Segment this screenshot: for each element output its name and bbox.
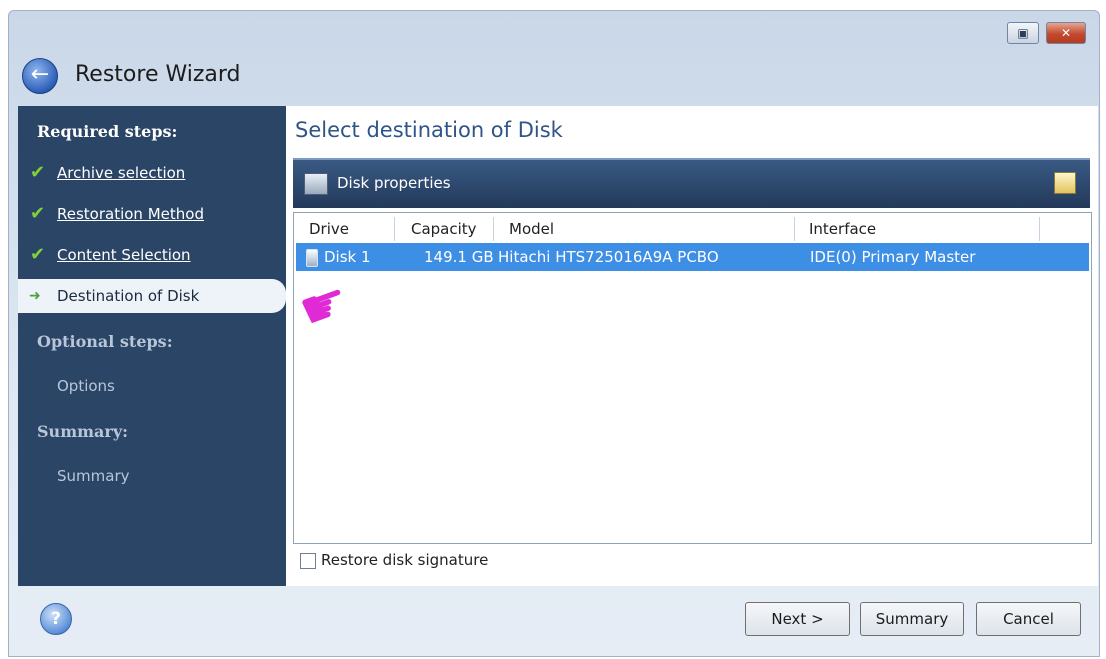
sidebar-item-summary[interactable]: Summary (57, 467, 130, 485)
wizard-sidebar: Required steps: ✔ Archive selection ✔ Re… (18, 106, 286, 586)
edit-properties-icon[interactable] (1054, 172, 1076, 194)
sidebar-item-options[interactable]: Options (57, 377, 115, 395)
interface-cell: IDE(0) Primary Master (810, 248, 976, 266)
table-row[interactable]: Disk 1 149.1 GB Hitachi HTS725016A9A PCB… (296, 243, 1089, 271)
cancel-button[interactable]: Cancel (976, 602, 1081, 636)
sidebar-item-content-selection[interactable]: ✔ Content Selection (18, 240, 286, 270)
required-steps-heading: Required steps: (37, 122, 178, 141)
sidebar-item-label: Content Selection (57, 246, 191, 264)
sidebar-item-archive-selection[interactable]: ✔ Archive selection (18, 158, 286, 188)
window-title: Restore Wizard (75, 62, 241, 87)
check-icon: ✔ (30, 162, 46, 183)
restore-signature-label: Restore disk signature (321, 551, 489, 569)
sidebar-item-label: Archive selection (57, 164, 186, 182)
sidebar-item-label: Destination of Disk (57, 287, 200, 305)
drive-cell: Disk 1 (324, 248, 371, 266)
disk-properties-bar: Disk properties (293, 158, 1090, 208)
sidebar-item-destination-of-disk[interactable]: ➜ Destination of Disk (18, 279, 286, 313)
optional-steps-heading: Optional steps: (37, 332, 173, 351)
close-window-button[interactable]: ✕ (1046, 22, 1086, 44)
sidebar-item-label: Restoration Method (57, 205, 204, 223)
model-cell: Hitachi HTS725016A9A PCBO (498, 248, 719, 266)
current-step-arrow-icon: ➜ (29, 288, 41, 304)
column-header-capacity[interactable]: Capacity (395, 217, 494, 241)
restore-signature-checkbox[interactable] (300, 553, 316, 569)
page-title: Select destination of Disk (295, 118, 563, 142)
column-header-interface[interactable]: Interface (795, 217, 1040, 241)
summary-heading: Summary: (37, 422, 129, 441)
back-arrow-icon[interactable]: ← (22, 58, 58, 94)
column-header-drive[interactable]: Drive (294, 217, 395, 241)
column-header-model[interactable]: Model (494, 217, 795, 241)
restore-window-button[interactable]: ▣ (1007, 22, 1039, 44)
check-icon: ✔ (30, 203, 46, 224)
capacity-cell: 149.1 GB (424, 248, 494, 266)
disk-properties-icon (304, 173, 328, 195)
disk-properties-label: Disk properties (337, 174, 451, 192)
help-icon[interactable]: ? (40, 603, 72, 635)
next-button[interactable]: Next > (745, 602, 850, 636)
disk-icon (306, 249, 318, 267)
check-icon: ✔ (30, 244, 46, 265)
sidebar-item-restoration-method[interactable]: ✔ Restoration Method (18, 199, 286, 229)
summary-button[interactable]: Summary (860, 602, 964, 636)
disk-list: Drive Capacity Model Interface Disk 1 14… (293, 212, 1092, 544)
